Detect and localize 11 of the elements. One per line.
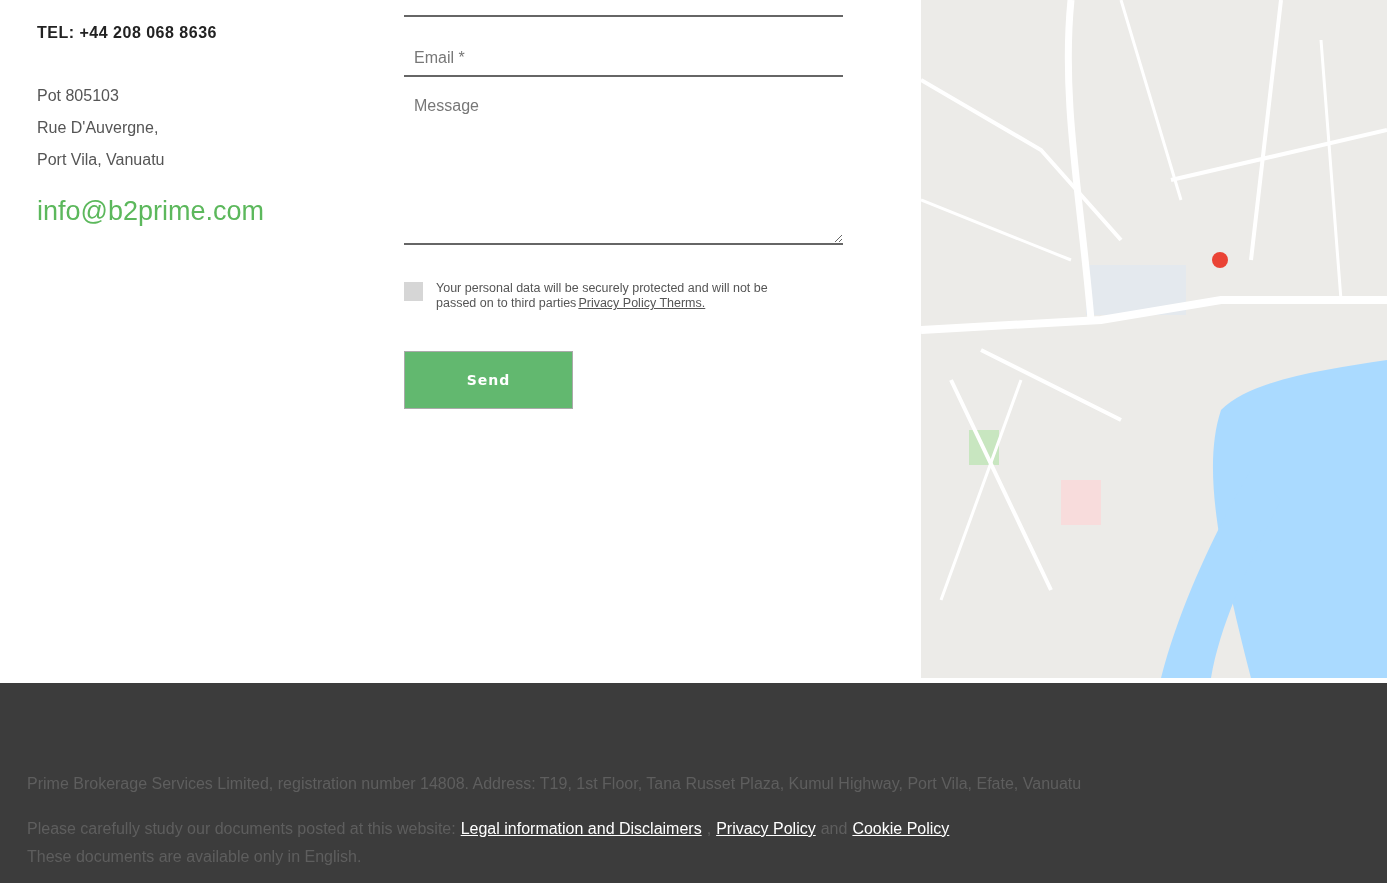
- consent-text: Your personal data will be securely protected and will not be passed on to third parties Privacy Policy Therms.: [436, 281, 769, 311]
- address-line: Rue D'Auvergne,: [37, 118, 160, 138]
- document-link[interactable]: Cookie Policy: [852, 820, 950, 838]
- address-line: Pot 805103: [37, 86, 120, 106]
- document-link[interactable]: Privacy Policy: [716, 820, 816, 838]
- privacy-link[interactable]: Privacy Policy Therms.: [578, 296, 706, 310]
- link-separator: ,: [706, 820, 712, 838]
- checkbox[interactable]: [404, 282, 423, 301]
- address-line: Port Vila, Vanuatu: [37, 150, 166, 170]
- phone-number: TEL: +44 208 068 8636: [37, 24, 218, 42]
- document-link[interactable]: Legal information and Disclaimers: [460, 820, 702, 838]
